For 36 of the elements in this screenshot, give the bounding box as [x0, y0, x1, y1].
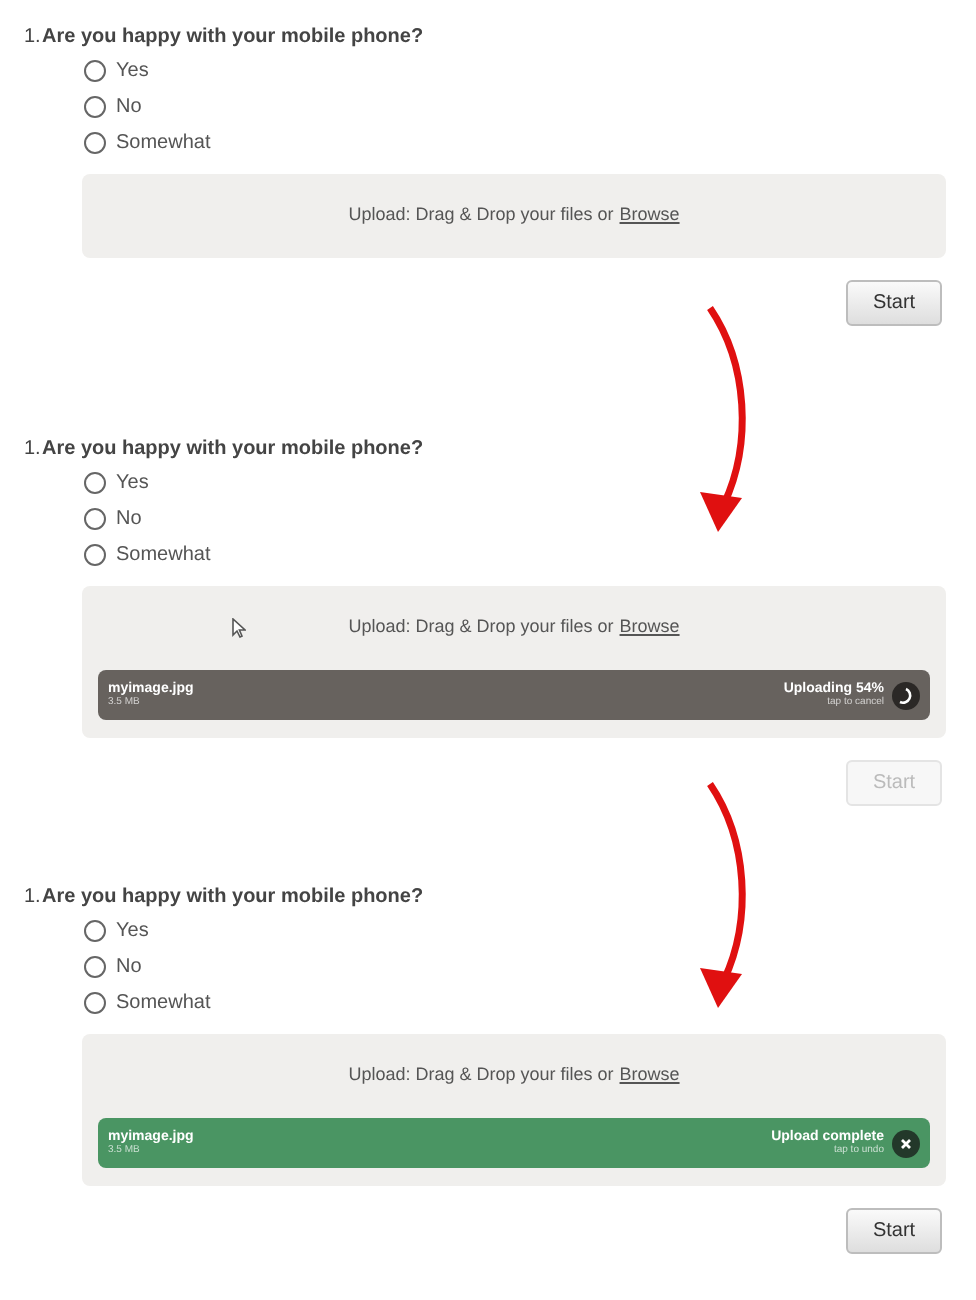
radio-option[interactable]: No	[84, 948, 142, 984]
radio-option[interactable]: Somewhat	[84, 124, 211, 160]
spinner-icon[interactable]	[892, 681, 920, 709]
close-icon[interactable]	[892, 1129, 920, 1157]
browse-link[interactable]: Browse	[619, 614, 680, 642]
radio-button[interactable]	[84, 471, 106, 493]
radio-option[interactable]: Somewhat	[84, 984, 211, 1020]
radio-button[interactable]	[84, 131, 106, 153]
upload-prompt: Upload: Drag & Drop your files or	[348, 614, 614, 641]
browse-link[interactable]: Browse	[619, 1062, 680, 1090]
radio-button[interactable]	[84, 955, 106, 977]
radio-button[interactable]	[84, 507, 106, 529]
question-number: 1.	[24, 435, 42, 463]
radio-option[interactable]: Yes	[84, 912, 149, 948]
question-text: Are you happy with your mobile phone?	[42, 883, 424, 911]
radio-option[interactable]: Yes	[84, 52, 149, 88]
radio-button[interactable]	[84, 991, 106, 1013]
upload-prompt: Upload: Drag & Drop your files or	[348, 1062, 614, 1089]
question-number: 1.	[24, 883, 42, 911]
radio-button[interactable]	[84, 543, 106, 565]
question-text: Are you happy with your mobile phone?	[42, 23, 424, 51]
start-button[interactable]: Start	[846, 280, 942, 326]
upload-dropzone[interactable]: Upload: Drag & Drop your files or Browse	[82, 174, 946, 258]
radio-button[interactable]	[84, 919, 106, 941]
browse-link[interactable]: Browse	[619, 202, 680, 230]
cursor-icon	[232, 618, 246, 638]
radio-option[interactable]: Yes	[84, 464, 149, 500]
upload-prompt: Upload: Drag & Drop your files or	[348, 202, 614, 229]
radio-button[interactable]	[84, 95, 106, 117]
radio-option[interactable]: Somewhat	[84, 536, 211, 572]
radio-button[interactable]	[84, 59, 106, 81]
start-button[interactable]: Start	[846, 1208, 942, 1254]
question-text: Are you happy with your mobile phone?	[42, 435, 424, 463]
radio-option[interactable]: No	[84, 88, 142, 124]
radio-option[interactable]: No	[84, 500, 142, 536]
question-number: 1.	[24, 23, 42, 51]
